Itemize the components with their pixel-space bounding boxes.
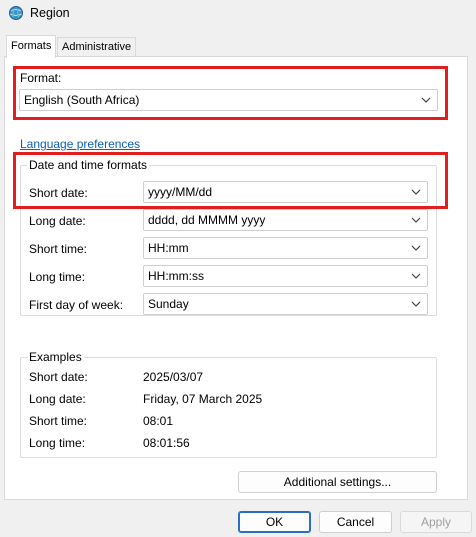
datetime-group-title: Date and time formats [27,158,150,172]
short-time-label: Short time: [29,242,88,256]
first-day-of-week-value: Sunday [148,297,189,311]
long-time-label: Long time: [29,270,86,284]
first-day-of-week-dropdown[interactable]: Sunday [143,293,428,315]
additional-settings-button[interactable]: Additional settings... [238,471,437,493]
short-date-value: yyyy/MM/dd [148,185,213,199]
long-date-dropdown[interactable]: dddd, dd MMMM yyyy [143,209,428,231]
chevron-down-icon [411,245,421,251]
short-time-value: HH:mm [148,241,189,255]
format-label: Format: [20,71,62,85]
example-short-time-label: Short time: [29,414,88,428]
example-long-time-label: Long time: [29,436,86,450]
window-title: Region [30,6,70,20]
format-value: English (South Africa) [24,93,140,107]
apply-button[interactable]: Apply [400,511,472,533]
long-time-dropdown[interactable]: HH:mm:ss [143,265,428,287]
chevron-down-icon [421,97,431,103]
language-preferences-link[interactable]: Language preferences [20,137,140,151]
example-long-date-label: Long date: [29,392,86,406]
chevron-down-icon [411,273,421,279]
examples-group-title: Examples [27,350,84,364]
example-long-time-value: 08:01:56 [143,436,190,450]
cancel-button[interactable]: Cancel [319,511,392,533]
title-bar: Region [0,0,476,28]
long-date-value: dddd, dd MMMM yyyy [148,213,266,227]
format-dropdown[interactable]: English (South Africa) [19,89,438,111]
short-date-label: Short date: [29,186,88,200]
short-date-dropdown[interactable]: yyyy/MM/dd [143,181,428,203]
long-time-value: HH:mm:ss [148,269,204,283]
first-day-of-week-label: First day of week: [29,298,124,312]
example-long-date-value: Friday, 07 March 2025 [143,392,263,406]
chevron-down-icon [411,301,421,307]
example-short-time-value: 08:01 [143,414,174,428]
example-short-date-value: 2025/03/07 [143,370,204,384]
ok-button[interactable]: OK [238,511,311,533]
example-short-date-label: Short date: [29,370,88,384]
tab-formats[interactable]: Formats [6,35,57,58]
long-date-label: Long date: [29,214,86,228]
tab-administrative[interactable]: Administrative [57,37,137,57]
globe-clock-icon [9,6,23,20]
chevron-down-icon [411,189,421,195]
chevron-down-icon [411,217,421,223]
short-time-dropdown[interactable]: HH:mm [143,237,428,259]
